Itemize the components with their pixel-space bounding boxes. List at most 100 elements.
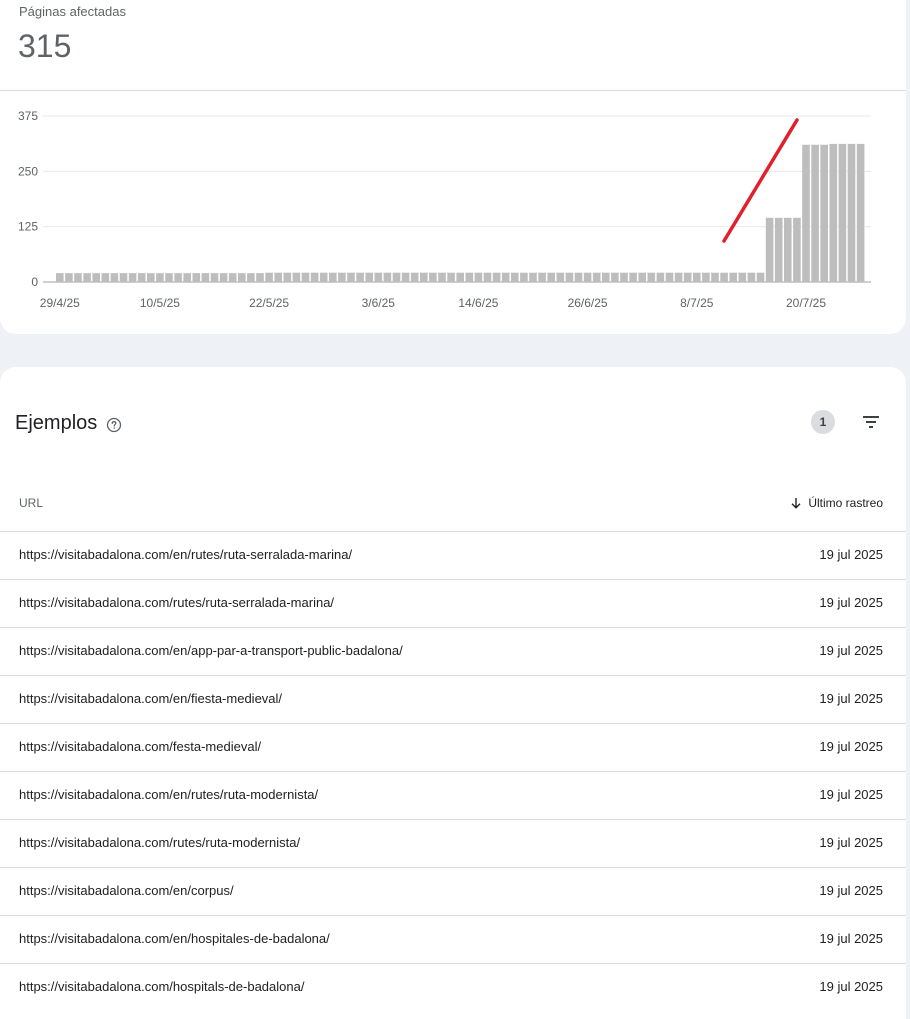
bar[interactable]	[210, 273, 219, 282]
row-url[interactable]: https://visitabadalona.com/en/rutes/ruta…	[19, 547, 352, 562]
bar[interactable]	[301, 272, 310, 282]
bar[interactable]	[583, 272, 592, 282]
table-row[interactable]: https://visitabadalona.com/festa-medieva…	[0, 723, 906, 771]
bar[interactable]	[420, 272, 428, 282]
row-url[interactable]: https://visitabadalona.com/en/app-par-a-…	[19, 643, 403, 658]
bar[interactable]	[501, 272, 510, 282]
bar[interactable]	[347, 272, 355, 282]
bar[interactable]	[720, 272, 728, 282]
bar[interactable]	[192, 273, 201, 282]
bar[interactable]	[820, 144, 828, 282]
table-row[interactable]: https://visitabadalona.com/en/rutes/ruta…	[0, 531, 906, 579]
table-row[interactable]: https://visitabadalona.com/en/corpus/19 …	[0, 867, 906, 915]
bar[interactable]	[265, 272, 273, 282]
bar[interactable]	[465, 272, 474, 282]
bar[interactable]	[638, 272, 646, 282]
bar[interactable]	[602, 272, 610, 282]
bar[interactable]	[356, 272, 364, 282]
table-row[interactable]: https://visitabadalona.com/en/hospitales…	[0, 915, 906, 963]
bar[interactable]	[165, 273, 173, 282]
bar[interactable]	[674, 272, 683, 282]
row-url[interactable]: https://visitabadalona.com/en/hospitales…	[19, 931, 330, 946]
bar[interactable]	[784, 217, 792, 282]
bar[interactable]	[365, 272, 373, 282]
bar[interactable]	[456, 272, 464, 282]
bar[interactable]	[592, 272, 601, 282]
bar[interactable]	[65, 273, 73, 282]
help-circle-icon[interactable]	[106, 417, 122, 433]
bar[interactable]	[201, 273, 210, 282]
bar[interactable]	[274, 272, 282, 282]
table-row[interactable]: https://visitabadalona.com/en/rutes/ruta…	[0, 771, 906, 819]
bar[interactable]	[119, 273, 128, 282]
bar[interactable]	[620, 272, 628, 282]
bar[interactable]	[383, 272, 392, 282]
table-row[interactable]: https://visitabadalona.com/en/app-par-a-…	[0, 627, 906, 675]
bar[interactable]	[137, 273, 146, 282]
bar[interactable]	[492, 272, 501, 282]
row-url[interactable]: https://visitabadalona.com/festa-medieva…	[19, 739, 261, 754]
bar[interactable]	[729, 272, 737, 282]
bar[interactable]	[438, 272, 446, 282]
bar[interactable]	[738, 272, 747, 282]
bar[interactable]	[802, 144, 810, 282]
bar[interactable]	[565, 272, 574, 282]
bar[interactable]	[219, 273, 228, 282]
bar[interactable]	[410, 272, 419, 282]
bar[interactable]	[547, 272, 555, 282]
bar[interactable]	[56, 273, 64, 282]
bar[interactable]	[228, 273, 237, 282]
bar[interactable]	[665, 272, 674, 282]
column-header-url[interactable]: URL	[19, 496, 43, 510]
bar[interactable]	[429, 272, 437, 282]
bar[interactable]	[520, 272, 528, 282]
bar[interactable]	[247, 273, 255, 282]
bar[interactable]	[238, 273, 246, 282]
bar[interactable]	[556, 272, 565, 282]
bar[interactable]	[338, 272, 346, 282]
bar[interactable]	[647, 272, 656, 282]
bar[interactable]	[256, 273, 264, 282]
bar[interactable]	[756, 272, 765, 282]
bar[interactable]	[683, 272, 692, 282]
bar[interactable]	[110, 273, 119, 282]
bar[interactable]	[574, 272, 583, 282]
bar[interactable]	[474, 272, 483, 282]
bar[interactable]	[101, 273, 110, 282]
bar[interactable]	[829, 143, 838, 282]
bar[interactable]	[310, 272, 319, 282]
bar[interactable]	[83, 273, 91, 282]
bar[interactable]	[611, 272, 619, 282]
bar[interactable]	[401, 272, 410, 282]
bar[interactable]	[847, 143, 856, 282]
bar[interactable]	[292, 272, 301, 282]
bar[interactable]	[319, 272, 328, 282]
bar[interactable]	[747, 272, 756, 282]
bar[interactable]	[156, 273, 164, 282]
bar[interactable]	[447, 272, 455, 282]
bar[interactable]	[774, 217, 783, 282]
bar[interactable]	[483, 272, 492, 282]
column-header-last-crawl[interactable]: Último rastreo	[790, 496, 883, 510]
bar[interactable]	[702, 272, 710, 282]
row-url[interactable]: https://visitabadalona.com/hospitals-de-…	[19, 979, 304, 994]
table-row[interactable]: https://visitabadalona.com/en/fiesta-med…	[0, 675, 906, 723]
bar[interactable]	[392, 272, 401, 282]
bar[interactable]	[511, 272, 519, 282]
row-url[interactable]: https://visitabadalona.com/en/rutes/ruta…	[19, 787, 318, 802]
bar[interactable]	[128, 273, 137, 282]
bar[interactable]	[283, 272, 292, 282]
table-row[interactable]: https://visitabadalona.com/rutes/ruta-mo…	[0, 819, 906, 867]
row-url[interactable]: https://visitabadalona.com/en/corpus/	[19, 883, 234, 898]
bar[interactable]	[793, 217, 801, 282]
filter-list-icon[interactable]	[860, 411, 882, 433]
bar[interactable]	[538, 272, 546, 282]
table-row[interactable]: https://visitabadalona.com/rutes/ruta-se…	[0, 579, 906, 627]
bar[interactable]	[656, 272, 665, 282]
bar[interactable]	[329, 272, 337, 282]
bar[interactable]	[174, 273, 182, 282]
bar[interactable]	[529, 272, 537, 282]
row-url[interactable]: https://visitabadalona.com/rutes/ruta-mo…	[19, 835, 300, 850]
bar[interactable]	[765, 217, 774, 282]
row-url[interactable]: https://visitabadalona.com/rutes/ruta-se…	[19, 595, 334, 610]
